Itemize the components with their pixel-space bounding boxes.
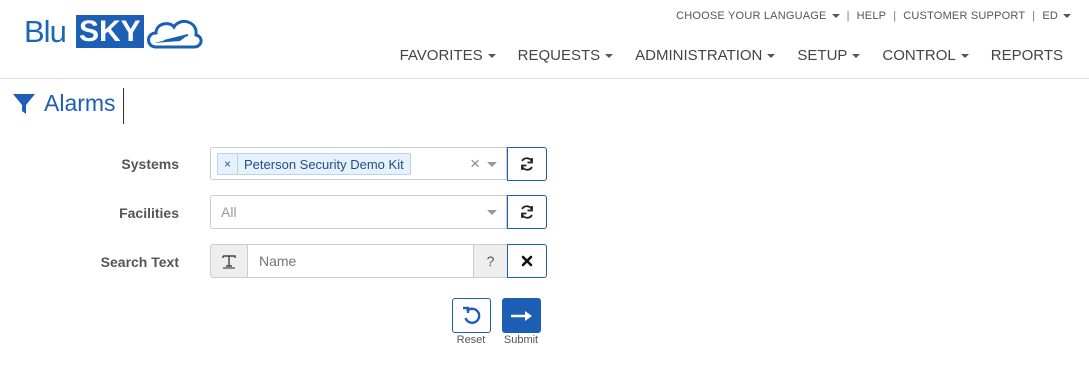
page-title: Alarms [44, 90, 116, 116]
divider: | [893, 10, 897, 22]
search-text-input[interactable] [247, 244, 474, 278]
nav-favorites-label: FAVORITES [399, 47, 483, 64]
text-icon [222, 255, 236, 269]
header-divider [0, 78, 1089, 79]
page-heading: Alarms [12, 90, 116, 117]
submit-label: Submit [503, 334, 539, 346]
chevron-down-icon [1063, 14, 1071, 19]
clear-search-button[interactable] [507, 244, 547, 278]
nav-control[interactable]: CONTROL [882, 47, 969, 64]
blusky-logo[interactable]: Blu SKY [24, 10, 204, 54]
chevron-down-icon [852, 53, 861, 58]
language-label: CHOOSE YOUR LANGUAGE [676, 10, 827, 22]
nav-reports[interactable]: REPORTS [991, 47, 1063, 64]
facilities-select[interactable]: All [210, 195, 507, 229]
facilities-placeholder: All [221, 204, 237, 220]
nav-requests-label: REQUESTS [517, 47, 601, 64]
systems-label: Systems [121, 156, 179, 172]
filter-icon [13, 93, 35, 114]
language-selector[interactable]: CHOOSE YOUR LANGUAGE [676, 10, 840, 22]
nav-setup-label: SETUP [797, 47, 848, 64]
search-help-button[interactable]: ? [473, 244, 508, 278]
refresh-icon [521, 157, 533, 171]
logo-text-sky: SKY [76, 15, 144, 48]
close-icon [521, 255, 533, 267]
search-text-label: Search Text [100, 254, 179, 270]
chevron-down-icon [605, 53, 614, 58]
nav-administration[interactable]: ADMINISTRATION [635, 47, 776, 64]
user-label: ED [1042, 10, 1058, 22]
clear-selection-icon[interactable]: × [470, 154, 480, 174]
nav-requests[interactable]: REQUESTS [518, 47, 614, 64]
divider: | [846, 10, 850, 22]
cloud-logo-icon [147, 19, 203, 49]
refresh-icon [521, 205, 533, 219]
undo-icon [462, 306, 480, 324]
refresh-facilities-button[interactable] [507, 195, 547, 229]
nav-favorites[interactable]: FAVORITES [400, 47, 496, 64]
chevron-down-icon [960, 53, 969, 58]
customer-support-link[interactable]: CUSTOMER SUPPORT [903, 10, 1025, 22]
user-menu[interactable]: ED [1042, 10, 1071, 22]
refresh-systems-button[interactable] [507, 147, 547, 181]
chevron-down-icon [831, 14, 840, 19]
selected-system-label: Peterson Security Demo Kit [244, 156, 404, 172]
selected-system-tag: × Peterson Security Demo Kit [217, 153, 411, 175]
main-nav: FAVORITES REQUESTS ADMINISTRATION SETUP … [400, 47, 1063, 64]
nav-reports-label: REPORTS [990, 47, 1063, 64]
chevron-down-icon [767, 53, 776, 58]
text-format-addon [210, 244, 248, 278]
chevron-down-icon [487, 53, 496, 58]
arrow-right-icon [510, 310, 532, 321]
help-link[interactable]: HELP [857, 10, 887, 22]
facilities-label: Facilities [119, 205, 179, 221]
submit-button[interactable] [502, 298, 541, 333]
nav-setup[interactable]: SETUP [797, 47, 861, 64]
dropdown-arrow-icon[interactable] [487, 210, 497, 215]
reset-button[interactable] [452, 298, 491, 333]
logo-text-blu: Blu [24, 14, 67, 49]
text-cursor [123, 88, 124, 124]
dropdown-arrow-icon[interactable] [487, 162, 497, 167]
divider: | [1032, 10, 1036, 22]
utility-bar: CHOOSE YOUR LANGUAGE | HELP | CUSTOMER S… [676, 10, 1071, 22]
nav-control-label: CONTROL [882, 47, 956, 64]
remove-tag-icon[interactable]: × [218, 154, 239, 174]
systems-select[interactable]: × Peterson Security Demo Kit × [210, 147, 507, 180]
nav-administration-label: ADMINISTRATION [635, 47, 763, 64]
